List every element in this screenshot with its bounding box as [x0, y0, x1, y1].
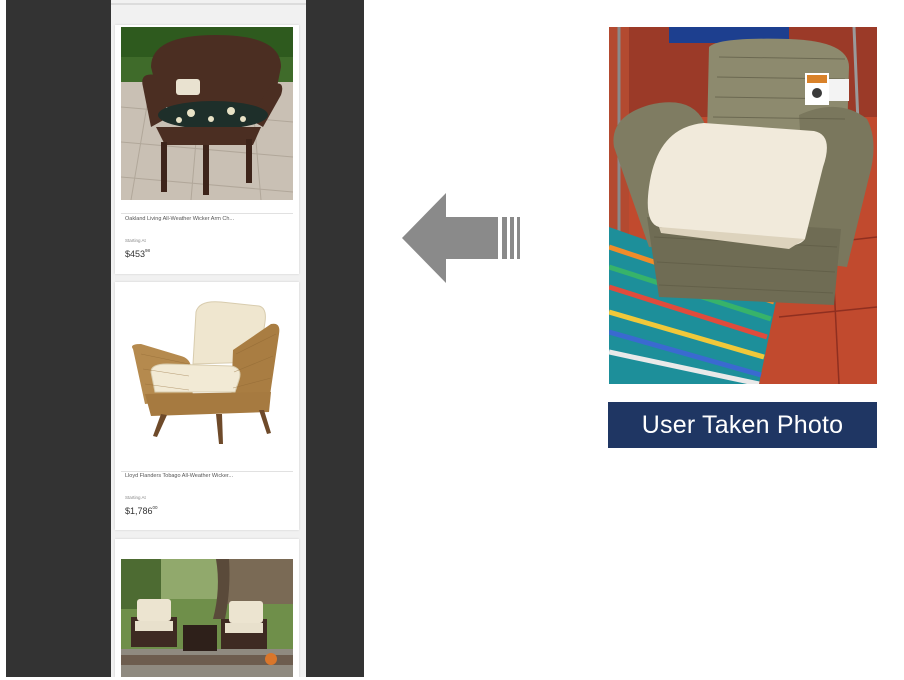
product-card[interactable]: Oakland Living All-Weather Wicker Arm Ch…: [115, 25, 299, 274]
starting-at-label: Starting At: [125, 495, 146, 500]
product-image[interactable]: [121, 284, 293, 460]
product-image[interactable]: [121, 27, 293, 200]
price-main: $453: [125, 249, 146, 259]
price-cents: 98: [145, 248, 151, 253]
product-image[interactable]: [121, 559, 293, 677]
product-title[interactable]: Lloyd Flanders Tobago All-Weather Wicker…: [125, 473, 293, 479]
starting-at-label: Starting At: [125, 238, 146, 243]
product-title[interactable]: Oakland Living All-Weather Wicker Arm Ch…: [125, 216, 293, 222]
product-results-list[interactable]: Oakland Living All-Weather Wicker Arm Ch…: [111, 0, 306, 677]
product-card[interactable]: Lloyd Flanders Tobago All-Weather Wicker…: [115, 282, 299, 530]
product-price: $1,78600: [125, 505, 158, 516]
phone-frame: Oakland Living All-Weather Wicker Arm Ch…: [6, 0, 364, 677]
price-main: $1,786: [125, 506, 153, 516]
user-taken-photo: [609, 27, 877, 384]
arrow-left-icon: [402, 193, 520, 283]
card-divider: [121, 213, 293, 214]
user-photo-caption: User Taken Photo: [608, 402, 877, 448]
product-card[interactable]: [115, 539, 299, 677]
price-cents: 00: [152, 505, 158, 510]
top-divider: [111, 3, 306, 5]
product-price: $45398: [125, 248, 151, 259]
card-divider: [121, 471, 293, 472]
